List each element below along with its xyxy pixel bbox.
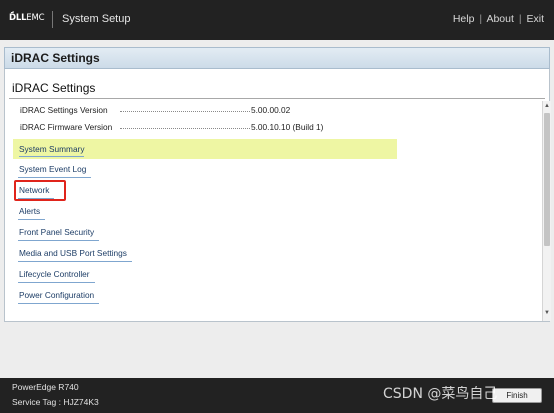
menu-item-label: Alerts	[18, 206, 46, 220]
menu-item-label: Lifecycle Controller	[18, 269, 95, 283]
info-value: 5.00.10.10 (Build 1)	[251, 122, 324, 132]
menu-item-system-event-log[interactable]: System Event Log	[18, 164, 92, 178]
scroll-down-icon[interactable]: ▼	[544, 310, 550, 316]
menu-item-label: Network	[18, 185, 55, 199]
finish-button[interactable]: Finish	[492, 388, 542, 403]
menu-item-label: System Event Log	[18, 164, 92, 178]
menu-item-label: Power Configuration	[18, 290, 100, 304]
menu-item-power-configuration[interactable]: Power Configuration	[18, 290, 100, 304]
dell-emc-logo: D̈́LLEMC	[9, 13, 45, 23]
menu-item-label: System Summary	[19, 144, 85, 157]
top-bar: D̈́LLEMC System Setup Help | About | Exit	[0, 0, 554, 40]
exit-link[interactable]: Exit	[526, 13, 544, 25]
settings-panel: iDRAC Settings iDRAC Settings Version 5.…	[4, 69, 551, 322]
help-link[interactable]: Help	[453, 13, 475, 25]
app-title: System Setup	[62, 13, 131, 25]
title-divider	[52, 11, 53, 28]
service-tag: Service Tag : HJZ74K3	[12, 397, 99, 407]
section-title: iDRAC Settings	[12, 81, 96, 95]
dotted-leader	[120, 128, 250, 129]
info-label: iDRAC Settings Version	[20, 105, 108, 115]
about-link[interactable]: About	[486, 13, 513, 25]
menu-item-network[interactable]: Network	[18, 185, 55, 199]
scroll-thumb[interactable]	[544, 113, 550, 246]
info-label: iDRAC Firmware Version	[20, 122, 113, 132]
menu-item-alerts[interactable]: Alerts	[18, 206, 46, 220]
top-links: Help | About | Exit	[453, 13, 544, 25]
menu-item-media-usb-port-settings[interactable]: Media and USB Port Settings	[18, 248, 132, 262]
watermark: CSDN @菜鸟自己	[383, 386, 498, 402]
page-header: iDRAC Settings	[4, 47, 550, 69]
link-separator: |	[479, 13, 483, 25]
menu-item-label: Media and USB Port Settings	[18, 248, 132, 262]
scroll-up-icon[interactable]: ▲	[544, 103, 550, 109]
system-model: PowerEdge R740	[12, 382, 79, 392]
link-separator: |	[518, 13, 522, 25]
page-title: iDRAC Settings	[11, 51, 100, 65]
section-divider	[9, 98, 545, 99]
bottom-bar: PowerEdge R740 Service Tag : HJZ74K3 Fin…	[0, 378, 554, 413]
menu-item-system-summary[interactable]: System Summary	[13, 139, 397, 159]
vertical-scrollbar[interactable]: ▲ ▼	[542, 101, 551, 321]
menu-item-lifecycle-controller[interactable]: Lifecycle Controller	[18, 269, 95, 283]
menu-item-label: Front Panel Security	[18, 227, 100, 241]
menu-item-front-panel-security[interactable]: Front Panel Security	[18, 227, 100, 241]
dotted-leader	[120, 111, 250, 112]
info-value: 5.00.00.02	[251, 105, 291, 115]
